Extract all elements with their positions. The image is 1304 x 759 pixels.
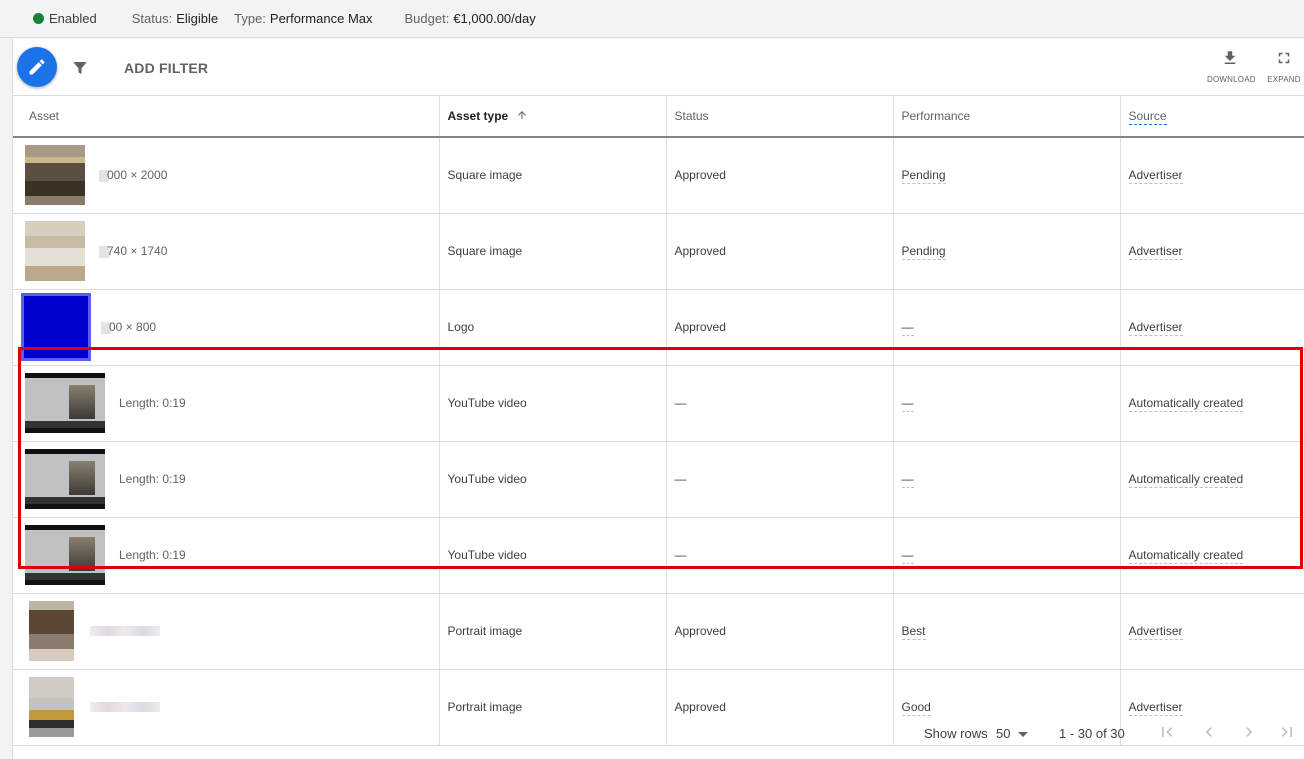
source-cell[interactable]: Advertiser (1120, 213, 1304, 290)
column-header-source[interactable]: Source (1120, 96, 1304, 138)
expand-label: EXPAND (1267, 75, 1301, 84)
table-row[interactable]: 740 × 1740 Square image Approved Pending… (13, 213, 1304, 290)
asset-type-cell: Logo (439, 289, 667, 366)
video-thumbnail[interactable] (25, 525, 105, 585)
status-cell: — (666, 517, 894, 594)
budget-label: Budget: (404, 11, 450, 26)
column-header-status[interactable]: Status (666, 96, 894, 138)
dropdown-caret-icon[interactable] (1018, 732, 1028, 737)
source-cell[interactable]: Automatically created (1120, 441, 1304, 518)
previous-page-icon[interactable] (1199, 722, 1219, 742)
table-row[interactable]: Length: 0:19 YouTube video — — Automatic… (13, 517, 1304, 594)
video-length: Length: 0:19 (119, 548, 186, 562)
status-cell: Approved (666, 289, 894, 366)
download-icon (1224, 51, 1236, 64)
next-page-icon[interactable] (1239, 722, 1259, 742)
edit-button[interactable] (17, 47, 57, 87)
video-thumbnail[interactable] (25, 449, 105, 509)
campaign-state[interactable]: Enabled (49, 11, 97, 26)
filter-icon[interactable] (71, 59, 89, 77)
video-length: Length: 0:19 (119, 396, 186, 410)
asset-dimensions: 00 × 800 (109, 320, 157, 334)
table-row[interactable]: Length: 0:19 YouTube video — — Automatic… (13, 441, 1304, 518)
asset-type-cell: Portrait image (439, 593, 667, 670)
performance-cell[interactable]: — (893, 441, 1121, 518)
status-value: Eligible (176, 11, 219, 26)
performance-cell[interactable]: Pending (893, 137, 1121, 214)
download-button[interactable]: DOWNLOAD (1207, 49, 1256, 84)
sort-ascending-icon (517, 111, 526, 119)
rows-per-page-select[interactable]: 50 (996, 726, 1010, 741)
performance-cell[interactable]: Pending (893, 213, 1121, 290)
redacted-asset-name (90, 626, 160, 636)
expand-icon (1278, 52, 1290, 64)
column-header-asset-type[interactable]: Asset type (439, 96, 667, 138)
assets-table-card: ADD FILTER DOWNLOAD EXPAND Asset Asset t… (12, 39, 1304, 759)
source-cell[interactable]: Advertiser (1120, 137, 1304, 214)
column-header-asset[interactable]: Asset (13, 96, 440, 138)
asset-type-cell: YouTube video (439, 517, 667, 594)
expand-button[interactable]: EXPAND (1267, 49, 1301, 84)
show-rows-label: Show rows (924, 726, 988, 741)
asset-type-cell: Square image (439, 137, 667, 214)
status-cell: — (666, 365, 894, 442)
table-header-row: Asset Asset type Status Performance Sour… (13, 96, 1304, 138)
source-cell[interactable]: Advertiser (1120, 593, 1304, 670)
first-page-icon[interactable] (1157, 722, 1177, 742)
asset-thumbnail[interactable] (29, 601, 74, 661)
performance-cell[interactable]: — (893, 365, 1121, 442)
status-label: Status: (131, 11, 173, 26)
budget-value: €1,000.00/day (453, 11, 536, 26)
asset-thumbnail[interactable] (25, 145, 85, 206)
table-row[interactable]: Length: 0:19 YouTube video — — Automatic… (13, 365, 1304, 442)
performance-cell[interactable]: — (893, 517, 1121, 594)
add-filter-button[interactable]: ADD FILTER (124, 60, 208, 76)
assets-table: Asset Asset type Status Performance Sour… (13, 96, 1304, 746)
asset-dimensions: 000 × 2000 (107, 168, 168, 183)
performance-cell[interactable]: Best (893, 593, 1121, 670)
table-toolbar: ADD FILTER DOWNLOAD EXPAND (13, 39, 1304, 96)
video-length: Length: 0:19 (119, 472, 186, 486)
table-row[interactable]: 00 × 800 Logo Approved — Advertiser (13, 289, 1304, 366)
table-row[interactable]: 000 × 2000 Square image Approved Pending… (13, 137, 1304, 214)
asset-dimensions: 740 × 1740 (107, 244, 168, 258)
asset-thumbnail[interactable] (25, 221, 85, 281)
status-cell: Approved (666, 137, 894, 214)
page-range: 1 - 30 of 30 (1059, 726, 1125, 741)
asset-type-cell: YouTube video (439, 365, 667, 442)
source-cell[interactable]: Advertiser (1120, 289, 1304, 366)
asset-type-cell: YouTube video (439, 441, 667, 518)
status-dot-icon (33, 13, 44, 24)
status-cell: — (666, 441, 894, 518)
asset-type-cell: Square image (439, 213, 667, 290)
table-row[interactable]: Portrait image Approved Best Advertiser (13, 593, 1304, 670)
video-thumbnail[interactable] (25, 373, 105, 433)
performance-cell[interactable]: — (893, 289, 1121, 366)
download-label: DOWNLOAD (1207, 75, 1256, 84)
type-label: Type: (234, 11, 266, 26)
column-header-performance[interactable]: Performance (893, 96, 1121, 138)
pagination-footer: Show rows 50 1 - 30 of 30 (13, 724, 1304, 759)
source-cell[interactable]: Automatically created (1120, 365, 1304, 442)
last-page-icon[interactable] (1277, 722, 1297, 742)
source-cell[interactable]: Automatically created (1120, 517, 1304, 594)
status-cell: Approved (666, 213, 894, 290)
status-cell: Approved (666, 593, 894, 670)
campaign-status-bar: Enabled Status: Eligible Type: Performan… (0, 0, 1304, 38)
redacted-asset-name (90, 702, 160, 712)
type-value: Performance Max (269, 11, 373, 26)
pencil-icon (29, 59, 45, 75)
asset-thumbnail[interactable] (21, 293, 91, 361)
